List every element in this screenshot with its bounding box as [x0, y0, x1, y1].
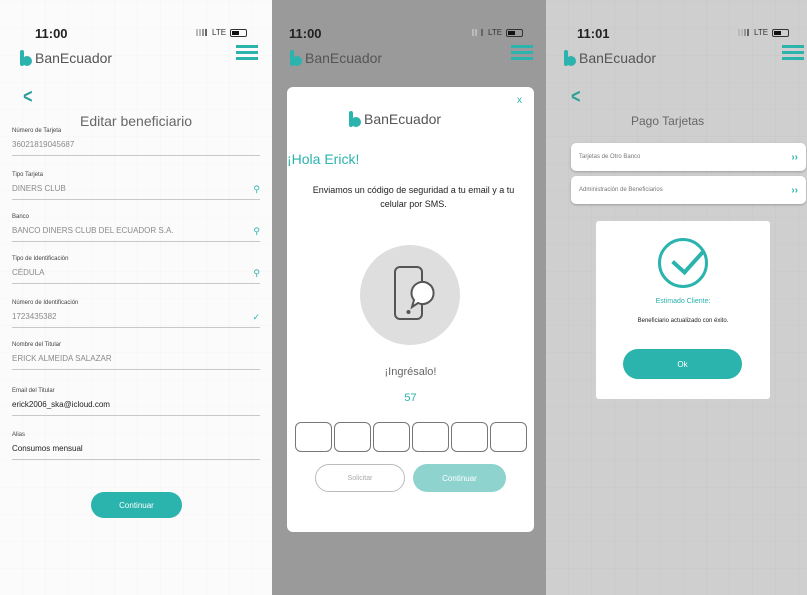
signal-icon: [472, 29, 484, 36]
dialog-message: Beneficiario actualizado con éxito.: [637, 318, 729, 324]
signal-icon: [738, 29, 750, 36]
page-title: Pago Tarjetas: [631, 114, 705, 128]
close-icon[interactable]: x: [517, 95, 522, 106]
network-label: LTE: [212, 28, 227, 37]
chevron-right-icon: ››: [791, 184, 798, 196]
greeting: ¡Hola Erick!: [287, 151, 360, 167]
id-type-field[interactable]: Tipo de Identificación CÉDULA ⚲: [12, 256, 260, 284]
logo-icon: [20, 50, 33, 66]
holder-name-field[interactable]: Nombre del Titular ERICK ALMEIDA SALAZAR: [12, 342, 260, 370]
screenshot-collage: 11:00 LTE BanEcuador < Editar beneficiar…: [0, 0, 807, 595]
code-digit-input[interactable]: [490, 422, 527, 452]
battery-icon: [230, 28, 248, 37]
logo-icon: [349, 111, 362, 127]
holder-email-field[interactable]: Email del Titular erick2006_ska@icloud.c…: [12, 388, 260, 416]
status-time: 11:01: [577, 26, 610, 41]
code-digit-input[interactable]: [451, 422, 488, 452]
edit-beneficiary-screen: 11:00 LTE BanEcuador < Editar beneficiar…: [0, 0, 272, 595]
card-type-field[interactable]: Tipo Tarjeta DINERS CLUB ⚲: [12, 172, 260, 200]
code-digit-input[interactable]: [334, 422, 371, 452]
brand-logo: BanEcuador: [290, 50, 382, 66]
request-code-button[interactable]: Solicitar: [315, 464, 405, 492]
logo-icon: [564, 50, 577, 66]
security-message: Enviamos un código de seguridad a tu ema…: [312, 185, 515, 209]
network-label: LTE: [754, 28, 769, 37]
status-indicators: LTE: [738, 28, 790, 37]
brand-name: BanEcuador: [305, 50, 383, 66]
alias-field[interactable]: Alias Consumos mensual: [12, 432, 260, 460]
ok-button[interactable]: Ok: [623, 349, 742, 379]
menu-icon[interactable]: [782, 45, 804, 60]
status-time: 11:00: [289, 26, 322, 41]
network-label: LTE: [488, 28, 503, 37]
status-time: 11:00: [35, 26, 68, 41]
other-bank-cards-option[interactable]: Tarjetas de Otro Banco ››: [571, 143, 806, 171]
check-circle-icon: [658, 238, 708, 288]
battery-icon: [772, 28, 790, 37]
code-digit-input[interactable]: [295, 422, 332, 452]
continue-button[interactable]: Continuar: [91, 492, 182, 518]
brand-logo: BanEcuador: [564, 50, 656, 66]
page-title: Editar beneficiario: [80, 113, 193, 129]
menu-icon[interactable]: [236, 45, 258, 60]
id-number-field[interactable]: Número de Identificación 1723435382 ✓: [12, 300, 260, 328]
phone-message-icon: [394, 266, 435, 320]
verify-icon[interactable]: ✓: [252, 312, 260, 323]
brand-name: BanEcuador: [35, 50, 113, 66]
dialog-title: Estimado Cliente:: [655, 298, 711, 305]
back-arrow-icon[interactable]: <: [23, 86, 32, 109]
battery-icon: [506, 28, 524, 37]
code-inputs: [295, 422, 527, 452]
status-indicators: LTE: [472, 28, 524, 37]
code-digit-input[interactable]: [412, 422, 449, 452]
security-code-modal: x BanEcuador ¡Hola Erick! Enviamos un có…: [287, 87, 534, 532]
continue-button[interactable]: Continuar: [413, 464, 506, 492]
chevron-right-icon: ››: [791, 151, 798, 163]
back-arrow-icon[interactable]: <: [571, 86, 580, 109]
countdown-timer: 57: [404, 392, 417, 404]
security-code-screen: 11:00 LTE BanEcuador x BanEcuador ¡Hola …: [272, 0, 546, 595]
search-icon[interactable]: ⚲: [253, 226, 260, 237]
brand-name: BanEcuador: [579, 50, 657, 66]
logo-icon: [290, 50, 303, 66]
menu-icon[interactable]: [511, 45, 533, 60]
modal-logo: BanEcuador: [349, 111, 441, 127]
brand-name: BanEcuador: [364, 111, 442, 127]
bank-field[interactable]: Banco BANCO DINERS CLUB DEL ECUADOR S.A.…: [12, 214, 260, 242]
enter-code-prompt: ¡Ingrésalo!: [384, 366, 437, 378]
code-digit-input[interactable]: [373, 422, 410, 452]
card-number-field[interactable]: Número de Tarjeta 36021819045687: [12, 128, 260, 156]
status-indicators: LTE: [196, 28, 248, 37]
search-icon[interactable]: ⚲: [253, 184, 260, 195]
success-dialog: Estimado Cliente: Beneficiario actualiza…: [596, 221, 770, 399]
search-icon[interactable]: ⚲: [253, 268, 260, 279]
brand-logo: BanEcuador: [20, 50, 112, 66]
payment-success-screen: 11:01 LTE BanEcuador < Pago Tarjetas Tar…: [546, 0, 807, 595]
signal-icon: [196, 29, 208, 36]
beneficiary-admin-option[interactable]: Administración de Beneficiarios ››: [571, 176, 806, 204]
phone-illustration: [360, 245, 460, 345]
